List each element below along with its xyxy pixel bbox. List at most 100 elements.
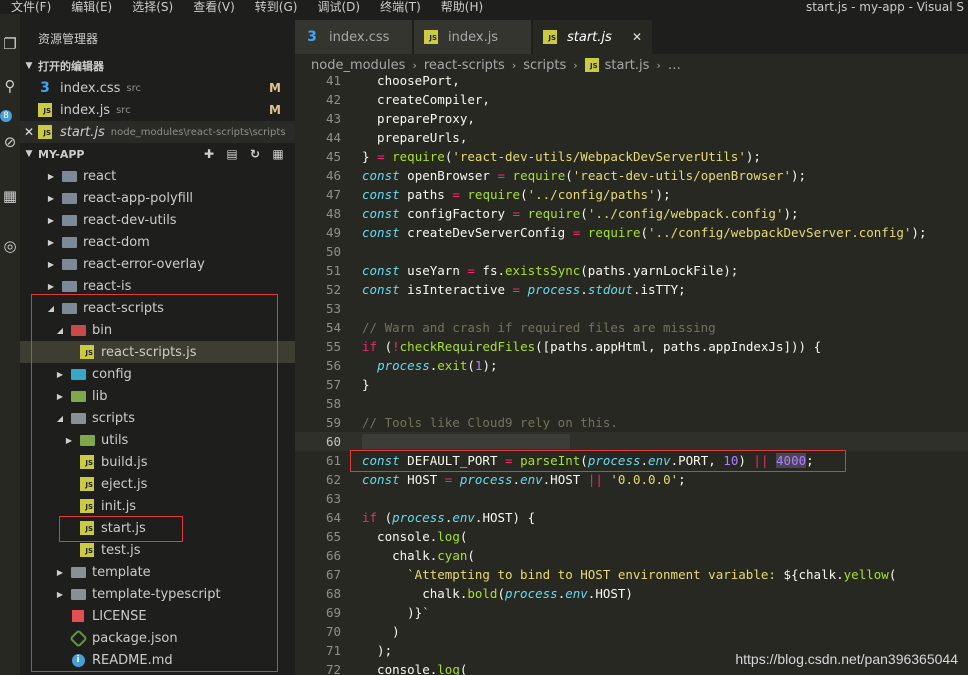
code-line: 49 const createDevServerConfig = require(… — [295, 223, 968, 242]
new-file-icon[interactable]: ✚ — [202, 147, 216, 161]
code-token: ([paths.appHtml, paths.appIndexJs])) { — [535, 339, 822, 354]
file-icon-wrap: JS — [38, 125, 54, 139]
menu-item[interactable]: 终端(T) — [369, 0, 430, 14]
new-folder-icon[interactable]: ▤ — [225, 147, 239, 161]
code-line: 66 chalk.cyan( — [295, 546, 968, 565]
code-line: 50 — [295, 242, 968, 261]
line-number: 69 — [325, 605, 341, 620]
collapse-all-icon[interactable]: ▦ — [271, 147, 285, 161]
code-line: 53 — [295, 299, 968, 318]
close-icon[interactable]: ✕ — [632, 30, 642, 44]
code-token: process — [505, 586, 558, 601]
folder-icon — [61, 170, 77, 182]
menu-item[interactable]: 文件(F) — [0, 0, 60, 14]
debug-icon[interactable]: ⊘ — [0, 130, 20, 154]
line-number: 56 — [325, 358, 341, 373]
open-editor-item[interactable]: 3 index.css src M — [20, 77, 295, 99]
code-text: ) — [362, 622, 400, 641]
code-text: prepareUrls, — [362, 128, 467, 147]
code-token: = — [452, 187, 460, 202]
menu-item[interactable]: 调试(D) — [306, 0, 369, 14]
tree-icon-wrap — [61, 212, 77, 228]
chevron-right-icon: › — [511, 58, 517, 72]
tree-item[interactable]: ▶ react-error-overlay — [20, 253, 295, 275]
folder-icon — [61, 236, 77, 248]
refresh-icon[interactable]: ↻ — [248, 147, 262, 161]
open-editor-item[interactable]: ✕ JS start.js node_modules\react-scripts\sc… — [20, 121, 295, 143]
code-token: ( — [520, 187, 528, 202]
code-token: fs. — [474, 263, 506, 278]
project-header[interactable]: ▼ MY-APP ✚ ▤ ↻ ▦ — [20, 143, 295, 165]
line-number: 47 — [325, 187, 341, 202]
open-editor-item[interactable]: JS index.js src M — [20, 99, 295, 121]
code-text: `Attempting to bind to HOST environment … — [362, 565, 896, 584]
code-token: log — [437, 662, 460, 675]
code-line: 42 createCompiler, — [295, 90, 968, 109]
explorer-title: 资源管理器 — [38, 32, 99, 46]
search-icon[interactable]: ⚲ — [0, 74, 20, 98]
explorer-icon[interactable]: ❐ — [0, 32, 20, 56]
tree-item[interactable]: ▶ react-dev-utils — [20, 209, 295, 231]
extensions-icon[interactable]: ▦ — [0, 184, 20, 208]
code-token: .isTTY; — [632, 282, 686, 297]
close-icon[interactable]: ✕ — [20, 125, 38, 139]
line-number: 48 — [325, 206, 341, 221]
tree-item[interactable]: ▶ react — [20, 165, 295, 187]
code-token: require — [392, 149, 445, 164]
code-text: process.exit(1); — [362, 356, 497, 375]
file-icon-wrap: JS — [38, 103, 54, 117]
folder-icon — [61, 214, 77, 226]
code-token: = — [512, 282, 521, 297]
folder-icon — [61, 258, 77, 270]
code-token: prepareProxy, — [362, 111, 475, 126]
code-token: .HOST — [542, 472, 588, 487]
code-token: checkRequiredFiles — [399, 339, 536, 354]
tree-item[interactable]: ▶ react-app-polyfill — [20, 187, 295, 209]
line-number: 66 — [325, 548, 341, 563]
code-token: ( — [565, 168, 573, 183]
code-token: chalk. — [362, 548, 438, 563]
code-token: configFactory — [399, 206, 513, 221]
menu-item[interactable]: 帮助(H) — [430, 0, 492, 14]
open-editor-path: src — [116, 104, 131, 116]
chevron-down-icon: ▼ — [25, 61, 33, 71]
remote-icon[interactable]: ◎ — [0, 234, 20, 258]
code-line: 48 const configFactory = require('../conf… — [295, 204, 968, 223]
open-editors-header[interactable]: ▼ 打开的编辑器 — [20, 55, 295, 77]
menu-item[interactable]: 转到(G) — [244, 0, 307, 14]
code-line: 58 — [295, 394, 968, 413]
menu-item[interactable]: 编辑(E) — [60, 0, 121, 14]
code-token: createCompiler, — [362, 92, 490, 107]
tab-index-css[interactable]: 3 index.css — [295, 20, 412, 54]
code-text: const openBrowser = require('react-dev-u… — [362, 166, 806, 185]
code-text: if (!checkRequiredFiles([paths.appHtml, … — [362, 337, 821, 356]
menu-item[interactable]: 查看(V) — [182, 0, 244, 14]
code-line: 62 const HOST = process.env.HOST || '0.0.… — [295, 470, 968, 489]
window-title: start.js - my-app - Visual S — [805, 0, 964, 14]
code-editor[interactable]: 41 choosePort, 42 createCompiler, 43 prepa… — [295, 73, 968, 675]
line-number: 63 — [325, 491, 341, 506]
code-token: env — [520, 472, 543, 487]
tab-start-js[interactable]: JS start.js ✕ — [533, 20, 652, 54]
menu-item[interactable]: 选择(S) — [121, 0, 182, 14]
tree-item[interactable]: ▶ react-dom — [20, 231, 295, 253]
line-number: 50 — [325, 244, 341, 259]
code-token: const — [362, 225, 400, 240]
code-text: } = require('react-dev-utils/WebpackDevS… — [362, 147, 761, 166]
code-token: process — [377, 358, 430, 373]
source-control-badge: 8 — [0, 110, 12, 122]
line-number: 44 — [325, 130, 341, 145]
code-token: process — [527, 282, 581, 297]
chevron-right-icon: ▶ — [47, 171, 55, 181]
code-token: ! — [392, 339, 400, 354]
line-number: 55 — [325, 339, 341, 354]
code-token: require — [527, 206, 581, 221]
code-text: const paths = require('../config/paths')… — [362, 185, 671, 204]
code-line: 51 const useYarn = fs.existsSync(paths.ya… — [295, 261, 968, 280]
file-icon-wrap: 3 — [38, 81, 54, 95]
open-editor-name: index.css — [60, 80, 121, 96]
line-number: 65 — [325, 529, 341, 544]
tab-index-js[interactable]: JS index.js — [414, 20, 531, 54]
